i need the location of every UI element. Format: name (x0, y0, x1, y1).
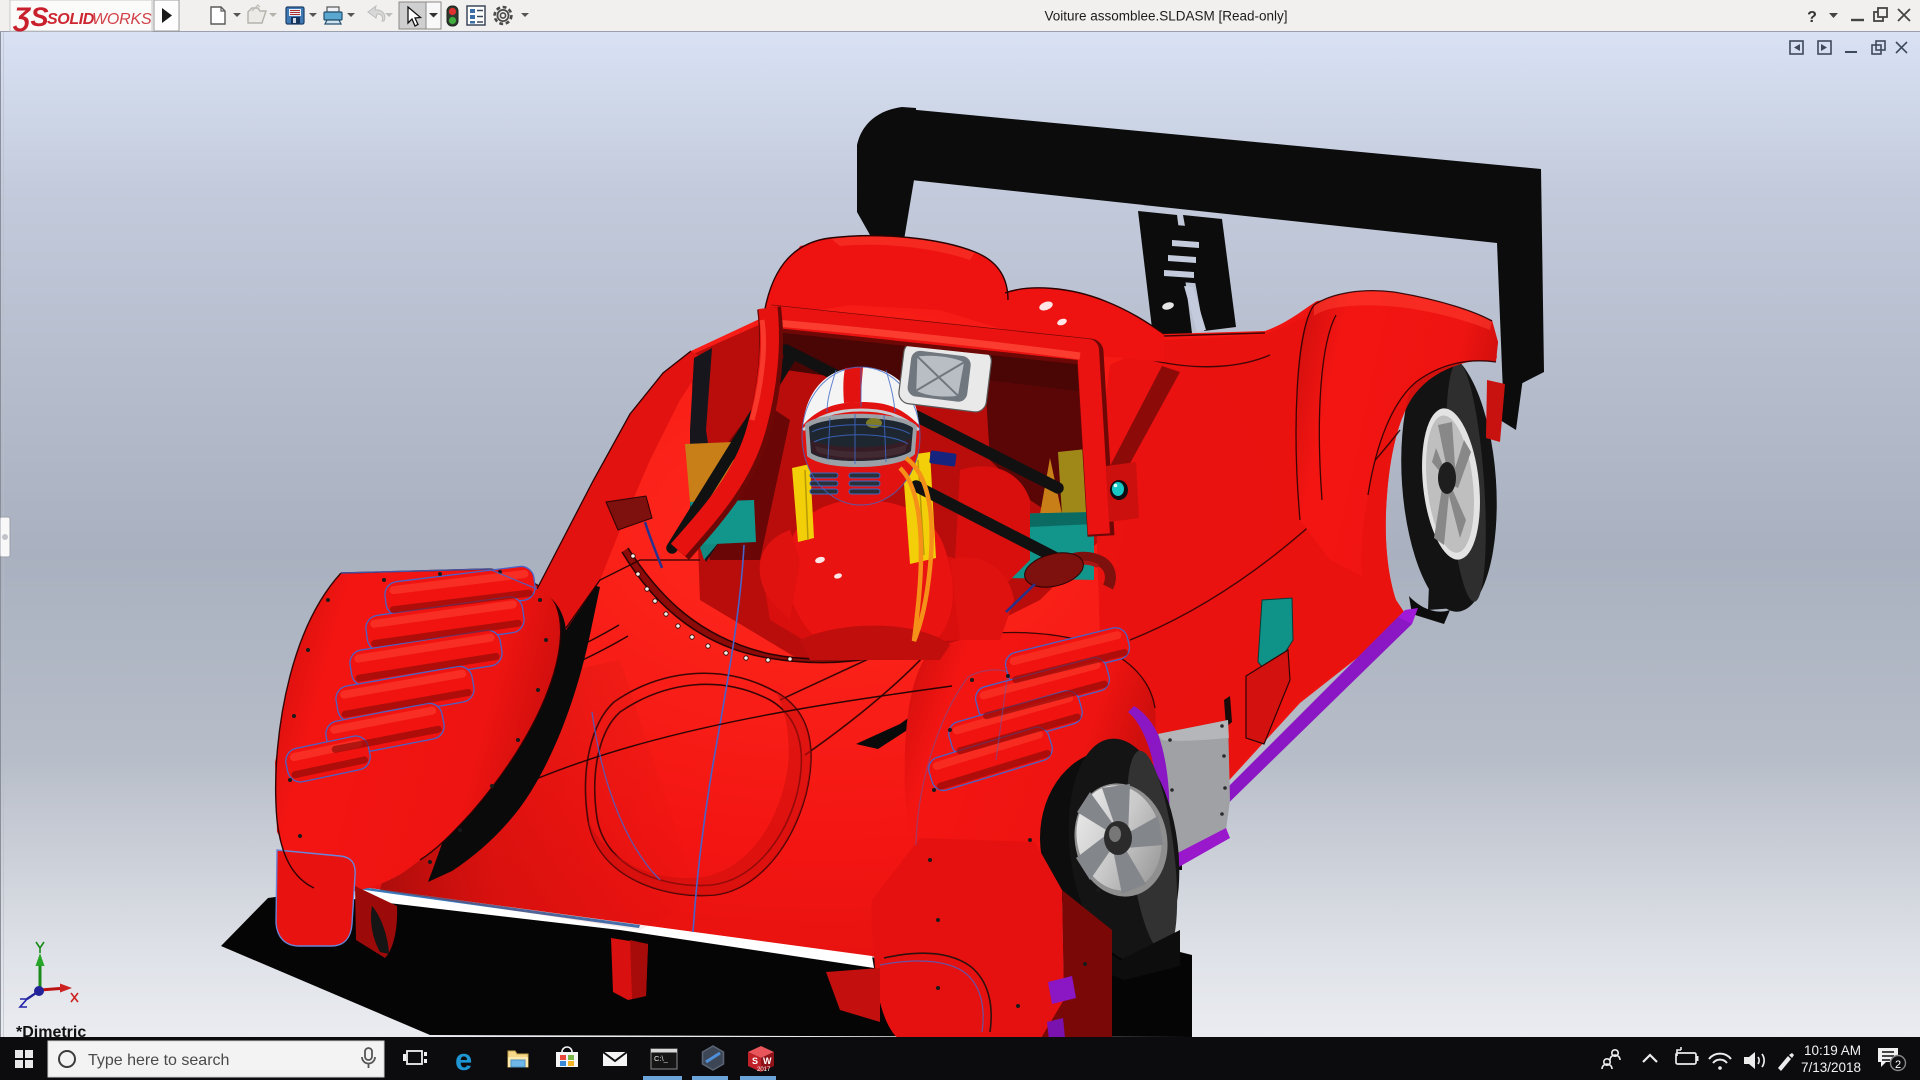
svg-text:e: e (455, 1042, 472, 1077)
svg-text:S: S (752, 1056, 758, 1066)
svg-text:WORKS: WORKS (92, 11, 152, 28)
svg-text:2017: 2017 (757, 1067, 771, 1073)
svg-text:Type here to search: Type here to search (88, 1052, 229, 1069)
svg-text:SOLID: SOLID (47, 11, 95, 28)
svg-text:7/13/2018: 7/13/2018 (1801, 1060, 1861, 1075)
svg-text:10:19 AM: 10:19 AM (1804, 1043, 1861, 1058)
svg-text:Voiture assomblee.SLDASM [Read: Voiture assomblee.SLDASM [Read-only] (1044, 9, 1287, 24)
svg-text:C:\_: C:\_ (654, 1054, 669, 1063)
svg-text:2: 2 (1895, 1059, 1901, 1071)
svg-text:?: ? (1807, 9, 1817, 26)
svg-text:ƷS: ƷS (12, 2, 49, 32)
svg-text:W: W (763, 1056, 772, 1066)
